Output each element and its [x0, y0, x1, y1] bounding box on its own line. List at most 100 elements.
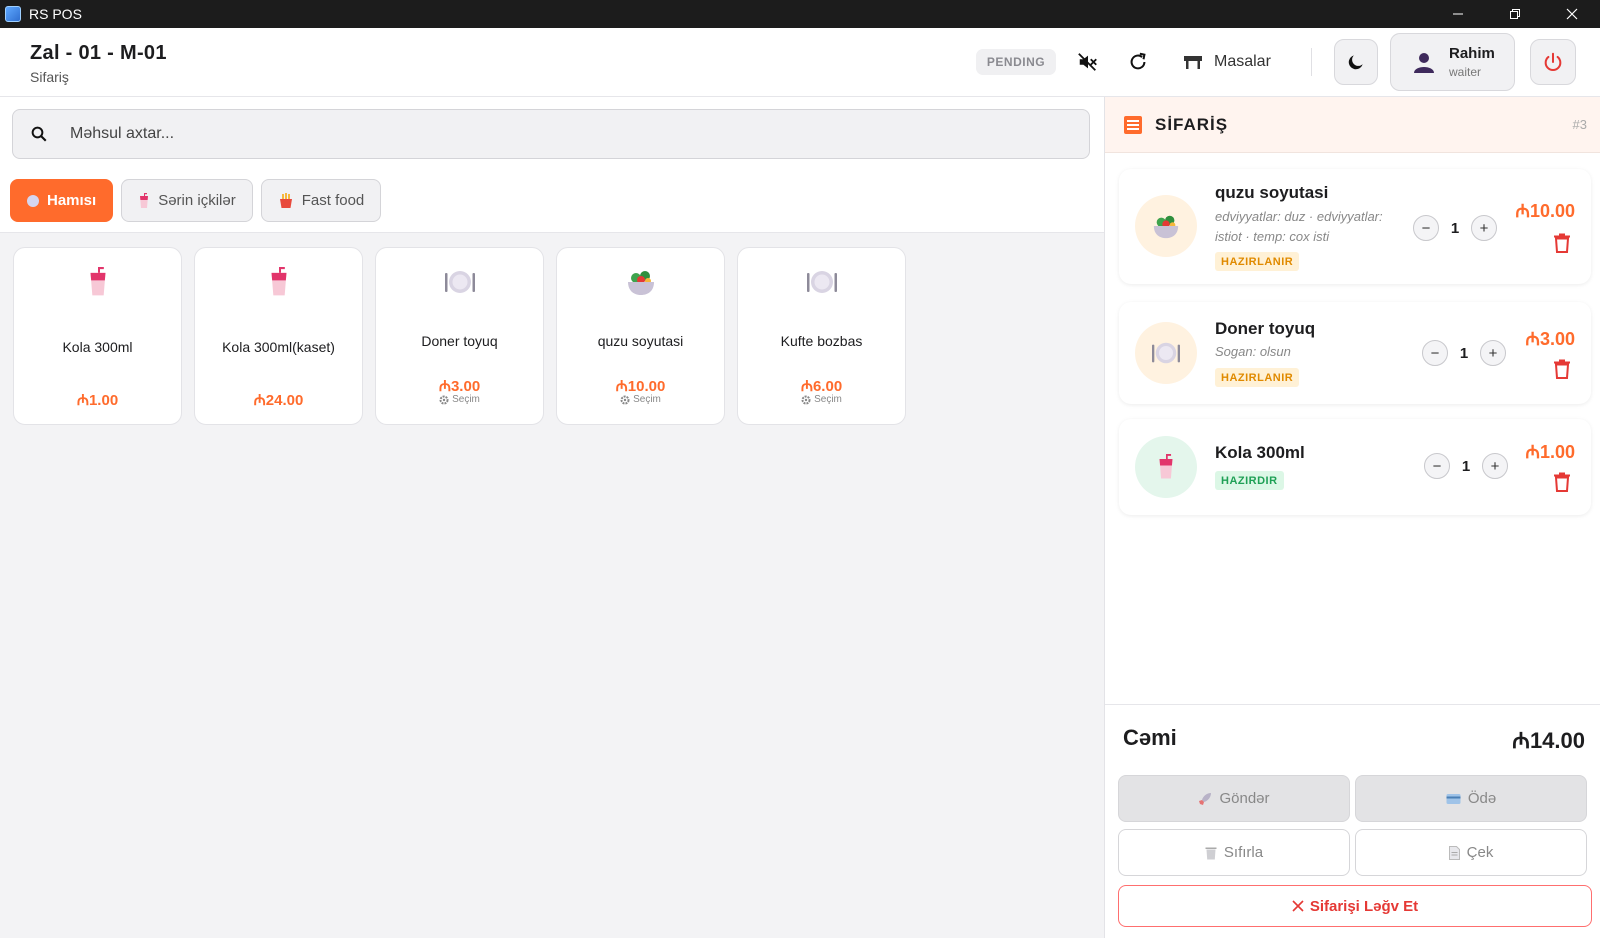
credit-card-icon	[1446, 793, 1461, 804]
search-input[interactable]	[70, 125, 970, 143]
restore-button[interactable]	[1486, 0, 1543, 28]
product-price: ₼6.00	[800, 378, 843, 395]
user-menu-button[interactable]: Rahim waiter	[1390, 33, 1515, 91]
category-tab-all[interactable]: Hamısı	[10, 179, 114, 222]
refresh-button[interactable]	[1124, 48, 1152, 76]
trash-icon	[1205, 847, 1217, 859]
product-price: ₼24.00	[253, 392, 304, 409]
refresh-icon	[1130, 52, 1146, 70]
product-name: Kufte bozbas	[780, 333, 863, 349]
page-title: Zal - 01 - M-01	[30, 42, 167, 64]
product-name: Kola 300ml(kaset)	[222, 339, 335, 355]
quantity-value: 1	[1459, 344, 1469, 362]
drink-cup-icon	[90, 267, 105, 296]
page-subtitle: Sifariş	[30, 69, 69, 85]
item-price: ₼1.00	[1525, 442, 1575, 462]
option-label: Seçim	[452, 394, 480, 405]
product-card-kola-300ml-kaset[interactable]: Kola 300ml(kaset) ₼24.00	[194, 247, 363, 425]
total-value: ₼14.00	[1512, 728, 1585, 753]
user-icon	[1414, 53, 1434, 73]
quantity-value: 1	[1450, 219, 1460, 237]
cancel-order-label: Sifarişi Ləğv Et	[1309, 897, 1419, 915]
product-grid: Kola 300ml ₼1.00 Kola 300ml(kaset) ₼24.0…	[13, 247, 906, 425]
item-note: edviyyatlar: duz · edviyyatlar: istiot ·…	[1215, 209, 1383, 244]
status-badge: HAZIRDIR	[1215, 471, 1284, 490]
minimize-button[interactable]	[1429, 0, 1486, 28]
quantity-stepper: − 1 +	[1424, 453, 1508, 479]
drink-cup-icon	[1159, 454, 1173, 479]
close-icon	[1566, 8, 1577, 20]
item-thumbnail	[1135, 436, 1197, 498]
item-note: Sogan: olsun	[1215, 344, 1291, 359]
theme-toggle-button[interactable]	[1334, 39, 1378, 85]
item-name: Kola 300ml	[1215, 443, 1305, 462]
search-icon	[28, 123, 50, 145]
tables-label: Masalar	[1214, 53, 1271, 70]
product-option: Seçim	[557, 394, 724, 405]
plate-icon	[806, 271, 837, 293]
category-label: Hamısı	[47, 192, 97, 209]
increase-quantity-button[interactable]: +	[1471, 215, 1497, 241]
send-label: Göndər	[1219, 790, 1270, 807]
category-label: Sərin içkilər	[158, 192, 236, 209]
fries-icon	[279, 192, 292, 208]
status-badge: HAZIRLANIR	[1215, 368, 1300, 387]
product-name: Doner toyuq	[421, 333, 498, 349]
status-badge: PENDING	[976, 49, 1056, 75]
app-logo-icon	[5, 6, 21, 22]
option-label: Seçim	[814, 394, 842, 405]
product-option: Seçim	[376, 394, 543, 405]
minimize-icon	[1452, 13, 1463, 15]
item-thumbnail	[1135, 322, 1197, 384]
order-item: Kola 300ml HAZIRDIR − 1 + ₼1.00	[1119, 419, 1591, 515]
delete-item-icon[interactable]	[1553, 233, 1571, 253]
receipt-icon	[1124, 116, 1142, 134]
cancel-order-button[interactable]: Sifarişi Ləğv Et	[1118, 885, 1592, 927]
pay-button[interactable]: Ödə	[1355, 775, 1587, 822]
product-card-kola-300ml[interactable]: Kola 300ml ₼1.00	[13, 247, 182, 425]
send-order-button[interactable]: Göndər	[1118, 775, 1350, 822]
total-label: Cəmi	[1123, 725, 1177, 750]
product-option: Seçim	[738, 394, 905, 405]
decrease-quantity-button[interactable]: −	[1422, 340, 1448, 366]
reset-button[interactable]: Sıfırla	[1118, 829, 1350, 876]
order-title: SİFARİŞ	[1155, 115, 1229, 134]
quantity-stepper: − 1 +	[1422, 340, 1506, 366]
category-tab-cold-drinks[interactable]: Sərin içkilər	[121, 179, 253, 222]
product-price: ₼3.00	[438, 378, 481, 395]
product-name: Kola 300ml	[62, 339, 133, 355]
item-name: Doner toyuq	[1215, 319, 1316, 338]
search-box[interactable]	[12, 109, 1090, 159]
product-card-quzu-soyutasi[interactable]: quzu soyutasi ₼10.00 Seçim	[556, 247, 725, 425]
product-price: ₼10.00	[615, 378, 666, 395]
item-thumbnail	[1135, 195, 1197, 257]
item-price: ₼3.00	[1525, 329, 1575, 349]
mute-button[interactable]	[1074, 48, 1102, 76]
decrease-quantity-button[interactable]: −	[1424, 453, 1450, 479]
order-number: #3	[1572, 117, 1587, 132]
app-header: Zal - 01 - M-01 Sifariş PENDING Masalar	[0, 28, 1600, 97]
close-button[interactable]	[1543, 0, 1600, 28]
product-card-doner-toyuq[interactable]: Doner toyuq ₼3.00 Seçim	[375, 247, 544, 425]
product-name: quzu soyutasi	[597, 333, 684, 349]
table-icon	[1184, 56, 1202, 69]
tables-button[interactable]: Masalar	[1182, 46, 1271, 78]
increase-quantity-button[interactable]: +	[1482, 453, 1508, 479]
salad-bowl-icon	[627, 271, 654, 295]
category-tab-fast-food[interactable]: Fast food	[260, 179, 382, 222]
category-label: Fast food	[301, 192, 365, 209]
delete-item-icon[interactable]	[1553, 472, 1571, 492]
receipt-button[interactable]: Çek	[1355, 829, 1587, 876]
close-icon	[1292, 900, 1304, 912]
option-label: Seçim	[633, 394, 661, 405]
decrease-quantity-button[interactable]: −	[1413, 215, 1439, 241]
logout-button[interactable]	[1530, 39, 1576, 85]
product-card-kufte-bozbas[interactable]: Kufte bozbas ₼6.00 Seçim	[737, 247, 906, 425]
header-divider	[1311, 48, 1312, 76]
gear-icon	[801, 395, 811, 404]
power-icon	[1544, 52, 1562, 71]
increase-quantity-button[interactable]: +	[1480, 340, 1506, 366]
delete-item-icon[interactable]	[1553, 359, 1571, 379]
document-icon	[1448, 845, 1460, 860]
window-controls	[1429, 0, 1600, 28]
